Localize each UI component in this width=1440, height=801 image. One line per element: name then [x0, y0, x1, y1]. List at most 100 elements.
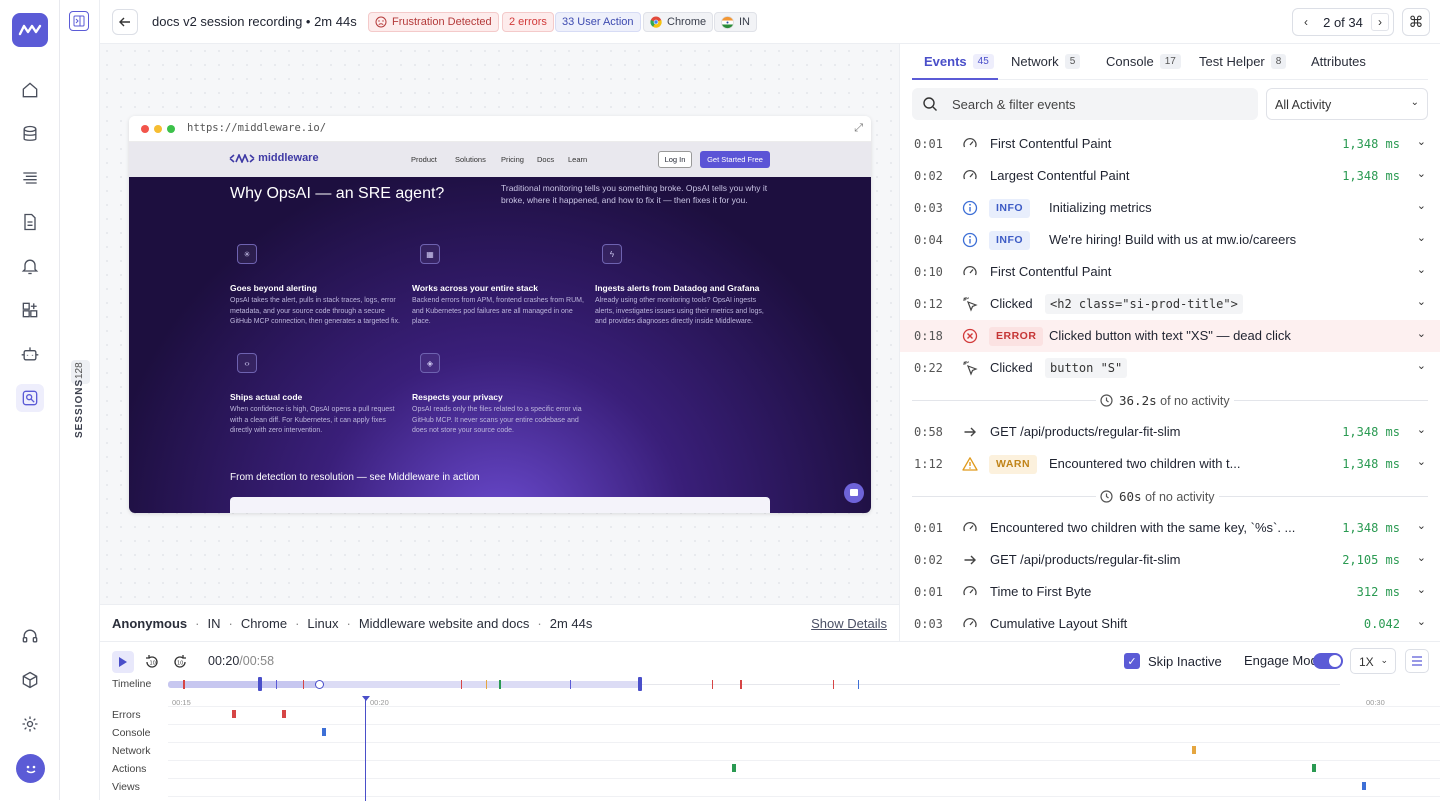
event-level-badge: WARN — [989, 455, 1038, 474]
checkbox-checked-icon[interactable]: ✓ — [1124, 653, 1140, 669]
event-row[interactable]: 0:12 Clicked <h2 class="si-prod-title"> ⌄ — [900, 288, 1440, 320]
chevron-down-icon[interactable]: ⌄ — [1417, 551, 1426, 564]
event-row[interactable]: 0:58 GET /api/products/regular-fit-slim 1,… — [900, 416, 1440, 448]
speed-select[interactable]: 1X ⌄ — [1350, 648, 1396, 674]
console-event-mark[interactable] — [322, 728, 326, 736]
session-pager: ‹ 2 of 34 › — [1292, 8, 1394, 36]
play-button[interactable] — [112, 651, 134, 673]
user-action-badge[interactable]: 33 User Action — [555, 12, 641, 32]
chevron-down-icon[interactable]: ⌄ — [1417, 263, 1426, 276]
chevron-down-icon[interactable]: ⌄ — [1417, 231, 1426, 244]
expand-icon[interactable]: ⤢ — [854, 122, 863, 135]
user-avatar[interactable] — [16, 754, 45, 783]
tab-test-helper[interactable]: Test Helper 8 — [1199, 54, 1287, 69]
errors-badge[interactable]: 2 errors — [502, 12, 554, 32]
browser-badge[interactable]: Chrome — [643, 12, 714, 32]
tab-attributes[interactable]: Attributes — [1311, 54, 1366, 69]
event-row[interactable]: 0:04 INFO We're hiring! Build with us at m… — [900, 224, 1440, 256]
chevron-down-icon[interactable]: ⌄ — [1417, 583, 1426, 596]
timeline-range-start-handle[interactable] — [258, 677, 262, 691]
event-row[interactable]: 0:01 First Contentful Paint 1,348 ms ⌄ — [900, 128, 1440, 160]
bolt-icon: ϟ — [602, 244, 622, 264]
event-row[interactable]: 0:03 Cumulative Layout Shift 0.042 ⌄ — [900, 608, 1440, 640]
lane-label-network: Network — [112, 745, 151, 757]
timeline-progress — [168, 681, 318, 688]
forward-10-icon[interactable]: 10 — [170, 652, 190, 672]
chevron-down-icon[interactable]: ⌄ — [1417, 167, 1426, 180]
chevron-down-icon[interactable]: ⌄ — [1417, 359, 1426, 372]
event-row[interactable]: 0:03 INFO Initializing metrics ⌄ — [900, 192, 1440, 224]
tab-network[interactable]: Network 5 — [1011, 54, 1081, 69]
network-event-mark[interactable] — [1192, 746, 1196, 754]
panel-layout-icon[interactable] — [1405, 649, 1429, 673]
event-text: Time to First Byte — [990, 584, 1092, 599]
country-badge[interactable]: IN — [714, 12, 757, 32]
event-row[interactable]: 0:01 Encountered two children with the sa… — [900, 512, 1440, 544]
chevron-down-icon: ⌄ — [1410, 97, 1419, 108]
tab-console[interactable]: Console 17 — [1106, 54, 1181, 69]
gauge-icon — [962, 616, 978, 632]
list-icon[interactable] — [18, 166, 42, 190]
replay-browser-frame: https://middleware.io/ ⤢ middleware Prod… — [129, 116, 871, 513]
event-row[interactable]: 0:01 Time to First Byte 312 ms ⌄ — [900, 576, 1440, 608]
command-key-icon[interactable]: ⌘ — [1402, 8, 1430, 36]
feature-desc: Backend errors from APM, frontend crashe… — [412, 297, 584, 325]
sessions-label[interactable]: SESSIONS — [74, 379, 85, 438]
search-icon — [923, 97, 937, 111]
replay-viewport: https://middleware.io/ ⤢ middleware Prod… — [100, 44, 900, 604]
tab-events[interactable]: Events 45 — [924, 54, 994, 69]
inactivity-divider: 36.2s of no activity — [912, 384, 1428, 416]
action-event-mark[interactable] — [732, 764, 736, 772]
error-event-mark[interactable] — [282, 710, 286, 718]
chevron-down-icon[interactable]: ⌄ — [1417, 615, 1426, 628]
panel-toggle-icon[interactable] — [69, 11, 89, 31]
rewind-10-icon[interactable]: 10 — [142, 652, 162, 672]
chevron-down-icon[interactable]: ⌄ — [1417, 519, 1426, 532]
playhead-marker[interactable] — [362, 696, 370, 701]
event-time: 0:22 — [914, 361, 943, 375]
frustration-badge[interactable]: Frustration Detected — [368, 12, 499, 32]
event-row[interactable]: 0:02 Largest Contentful Paint 1,348 ms ⌄ — [900, 160, 1440, 192]
cube-add-icon[interactable] — [18, 668, 42, 692]
dashboard-add-icon[interactable] — [18, 298, 42, 322]
headset-icon[interactable] — [18, 624, 42, 648]
home-icon[interactable] — [18, 78, 42, 102]
chevron-down-icon[interactable]: ⌄ — [1417, 423, 1426, 436]
chevron-down-icon[interactable]: ⌄ — [1417, 135, 1426, 148]
chevron-down-icon[interactable]: ⌄ — [1417, 295, 1426, 308]
back-button[interactable] — [112, 9, 138, 35]
timeline-scrubber[interactable] — [315, 680, 324, 689]
event-row[interactable]: 0:22 Clicked button "S" ⌄ — [900, 352, 1440, 384]
database-icon[interactable] — [18, 122, 42, 146]
error-marker — [740, 680, 742, 689]
error-event-mark[interactable] — [232, 710, 236, 718]
activity-filter-select[interactable]: All Activity ⌄ — [1266, 88, 1428, 120]
view-event-mark[interactable] — [1362, 782, 1366, 790]
play-icon — [119, 657, 127, 667]
show-details-link[interactable]: Show Details — [811, 616, 887, 631]
alert-icon[interactable] — [18, 254, 42, 278]
pager-label: 2 of 34 — [1323, 14, 1363, 30]
warning-icon — [962, 456, 978, 472]
event-row[interactable]: 1:12 WARN Encountered two children with t.… — [900, 448, 1440, 480]
action-event-mark[interactable] — [1312, 764, 1316, 772]
chevron-left-icon[interactable]: ‹ — [1297, 13, 1315, 31]
chevron-down-icon[interactable]: ⌄ — [1417, 199, 1426, 212]
skip-inactive-toggle[interactable]: ✓ Skip Inactive — [1124, 653, 1222, 669]
event-time: 0:04 — [914, 233, 943, 247]
event-row[interactable]: 0:02 GET /api/products/regular-fit-slim 2,… — [900, 544, 1440, 576]
chevron-down-icon[interactable]: ⌄ — [1417, 327, 1426, 340]
robot-icon[interactable] — [18, 342, 42, 366]
event-row[interactable]: 0:18 ERROR Clicked button with text "XS" —… — [900, 320, 1440, 352]
document-icon[interactable] — [18, 210, 42, 234]
event-row[interactable]: 0:10 First Contentful Paint ⌄ — [900, 256, 1440, 288]
timeline-range-end-handle[interactable] — [638, 677, 642, 691]
chevron-right-icon[interactable]: › — [1370, 13, 1389, 31]
info-icon — [962, 200, 978, 216]
engage-mode-switch[interactable] — [1313, 653, 1343, 669]
search-input[interactable] — [952, 88, 1252, 120]
session-replay-icon[interactable] — [16, 384, 44, 412]
chevron-down-icon[interactable]: ⌄ — [1417, 455, 1426, 468]
settings-icon[interactable] — [18, 712, 42, 736]
middleware-logo[interactable] — [12, 13, 48, 47]
